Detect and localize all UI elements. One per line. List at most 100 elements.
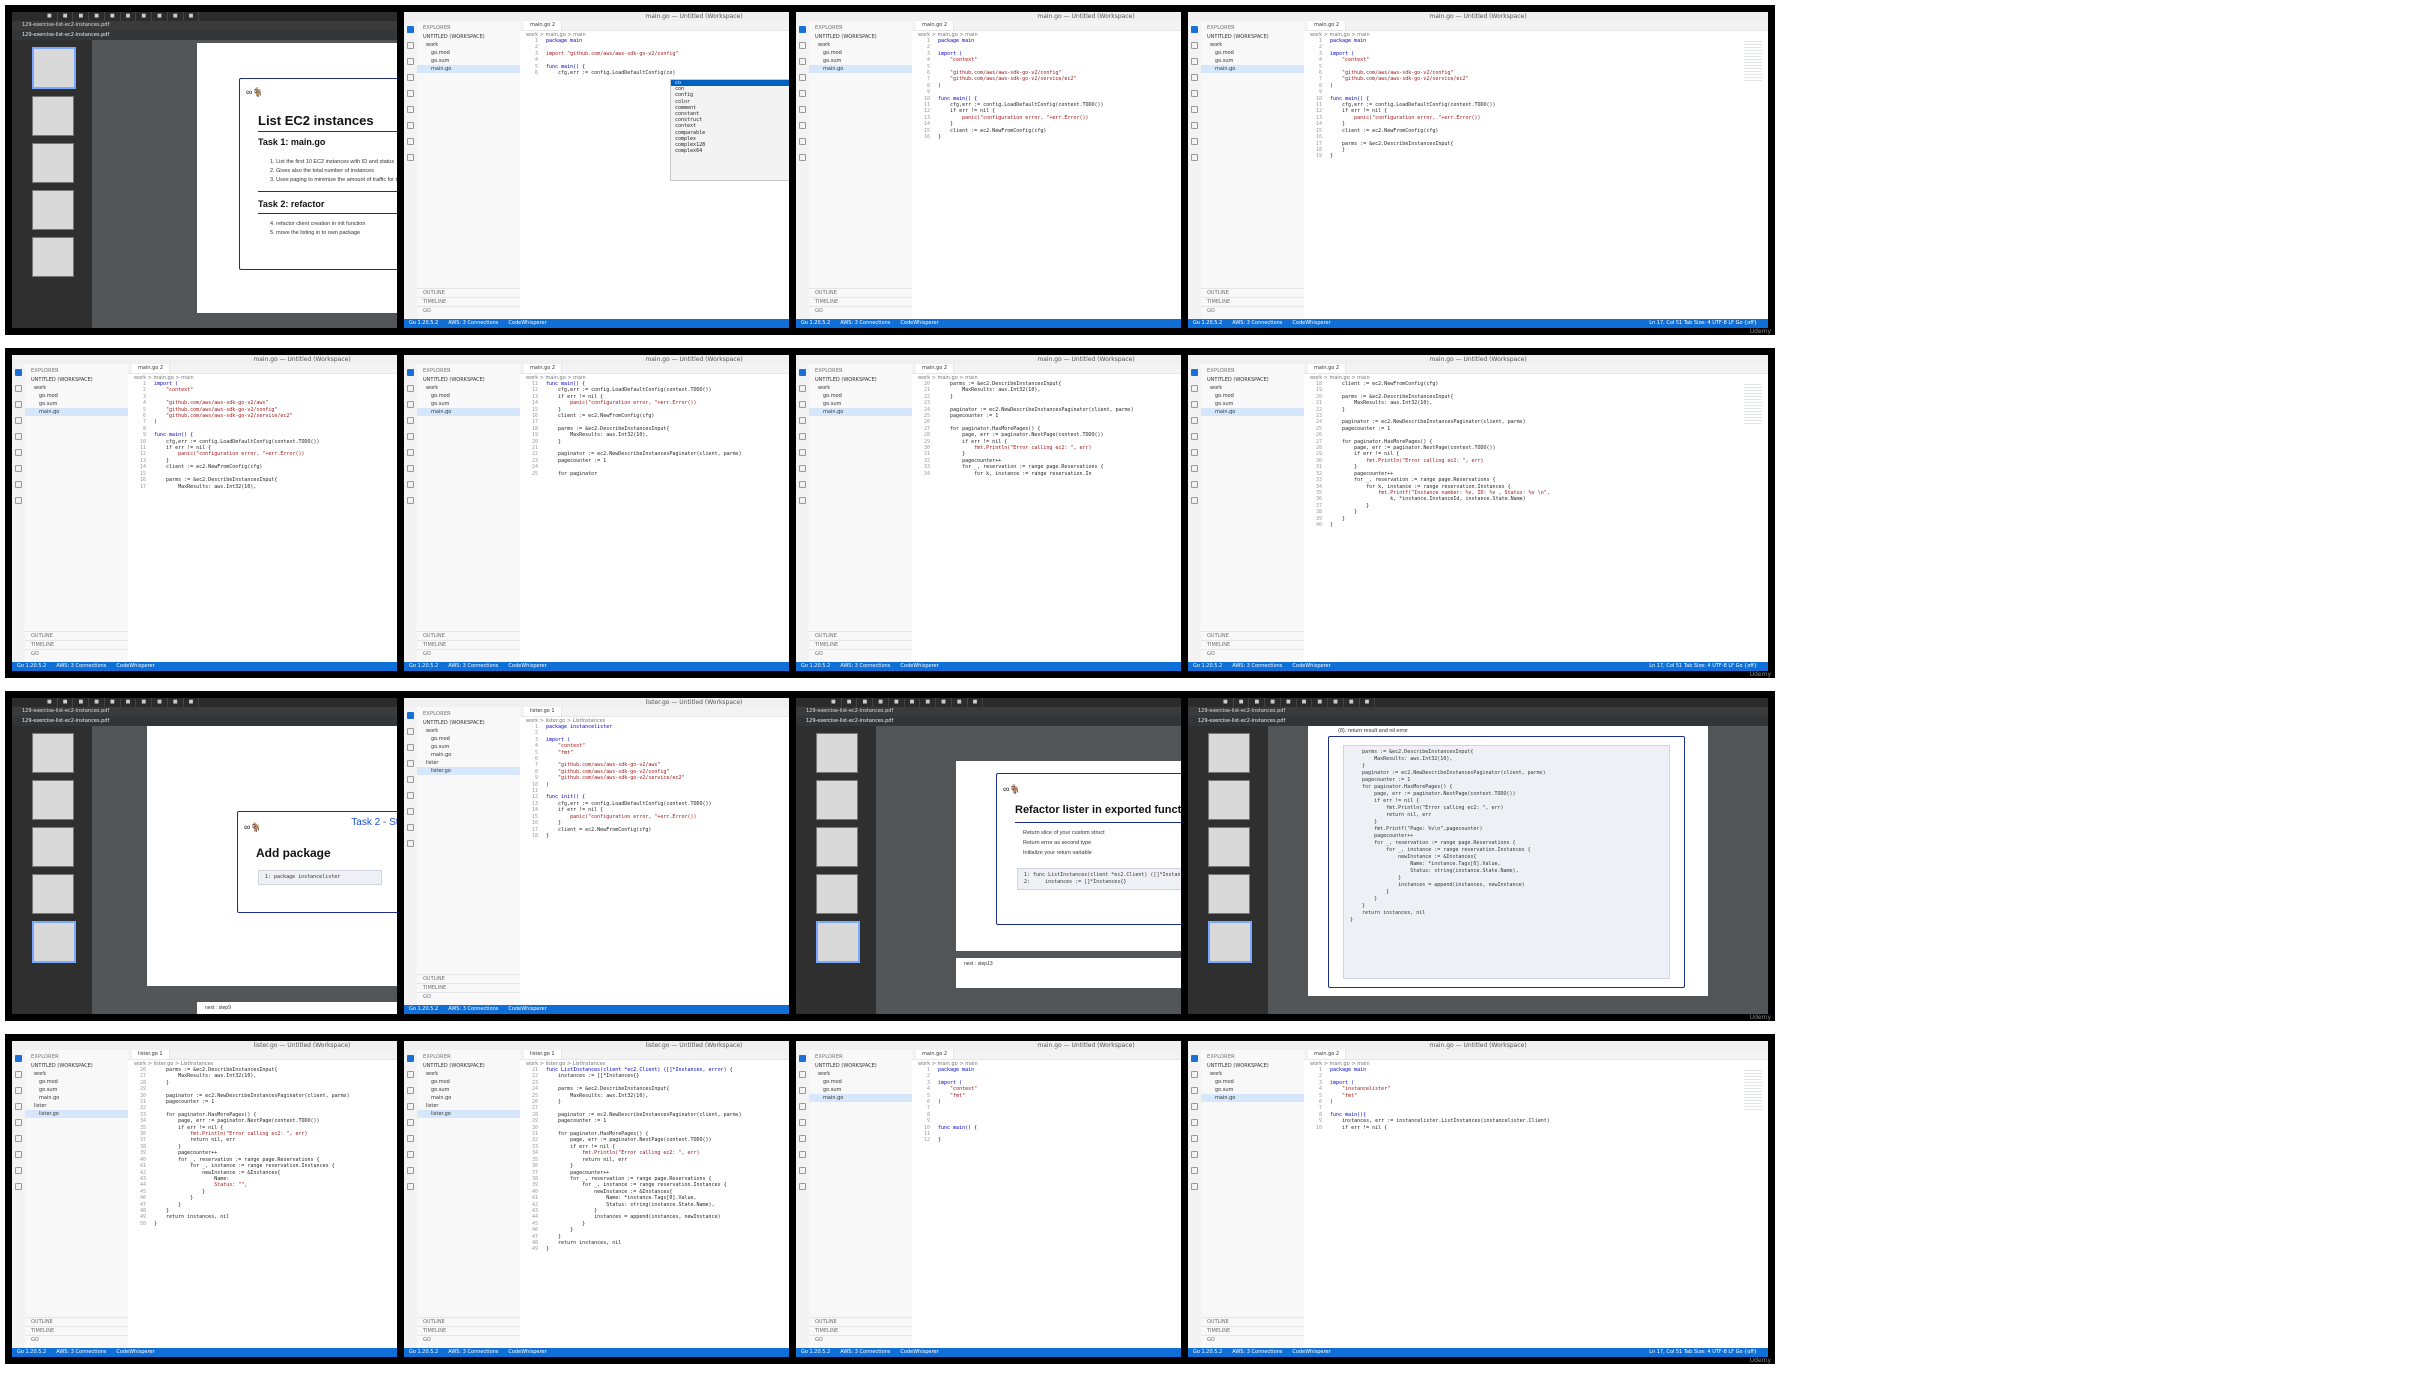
search-icon[interactable]: [407, 42, 414, 49]
page-thumbnail[interactable]: [32, 780, 74, 820]
go-section[interactable]: GO: [1201, 1335, 1304, 1344]
remote-icon[interactable]: [15, 1167, 22, 1174]
timeline-section[interactable]: TIMELINE: [1201, 1326, 1304, 1335]
browser-tab[interactable]: ■: [152, 698, 168, 707]
status-go-version[interactable]: Go 1.20.5.2: [801, 663, 830, 669]
go-section[interactable]: GO: [417, 306, 520, 315]
explorer-file-listergo[interactable]: lister.go: [417, 1110, 520, 1118]
pdf-thumbnails[interactable]: [12, 40, 92, 328]
browser-tab[interactable]: ■: [58, 698, 74, 707]
source-control-icon[interactable]: [799, 401, 806, 408]
explorer-file-gomod[interactable]: go.mod: [809, 392, 912, 400]
status-aws[interactable]: AWS: 3 Connections: [448, 1349, 498, 1355]
explorer-file-work[interactable]: work: [809, 41, 912, 49]
search-icon[interactable]: [15, 1071, 22, 1078]
browser-tab[interactable]: ■: [184, 12, 200, 21]
editor-tab[interactable]: main.go 2: [916, 364, 955, 373]
status-codewhisperer[interactable]: CodeWhisperer: [900, 1349, 938, 1355]
explorer-file-work[interactable]: work: [417, 1070, 520, 1078]
explorer-sidebar[interactable]: EXPLORER UNTITLED (WORKSPACE) work go.mod go…: [25, 1050, 129, 1348]
explorer-file-main[interactable]: main.go: [417, 751, 520, 759]
editor-tab[interactable]: lister.go 1: [132, 1050, 170, 1059]
testing-icon[interactable]: [407, 465, 414, 472]
editor-tab[interactable]: main.go 2: [916, 21, 955, 30]
status-go-version[interactable]: Go 1.20.5.2: [17, 663, 46, 669]
page-thumbnail[interactable]: [816, 827, 858, 867]
browser-tab[interactable]: ■: [1265, 698, 1281, 707]
run-debug-icon[interactable]: [1191, 74, 1198, 81]
status-codewhisperer[interactable]: CodeWhisperer: [1292, 663, 1330, 669]
go-section[interactable]: GO: [809, 649, 912, 658]
outline-section[interactable]: OUTLINE: [1201, 1317, 1304, 1326]
testing-icon[interactable]: [1191, 465, 1198, 472]
status-go-version[interactable]: Go 1.20.5.2: [801, 1349, 830, 1355]
explorer-file-main[interactable]: main.go: [25, 1094, 128, 1102]
explorer-file-work[interactable]: work: [809, 1070, 912, 1078]
editor-tab[interactable]: main.go 2: [132, 364, 171, 373]
run-debug-icon[interactable]: [407, 760, 414, 767]
status-bar[interactable]: Go 1.20.5.2 AWS: 3 Connections CodeWhisper…: [1188, 319, 1768, 328]
pdf-toolbar[interactable]: 129-exercise-list-ec2-instances.pdf: [1188, 716, 1768, 726]
account-icon[interactable]: [407, 840, 414, 847]
explorer-icon[interactable]: [15, 369, 22, 376]
source-control-icon[interactable]: [407, 1087, 414, 1094]
source-control-icon[interactable]: [1191, 58, 1198, 65]
run-debug-icon[interactable]: [407, 1103, 414, 1110]
explorer-file-gomod[interactable]: go.mod: [809, 1078, 912, 1086]
minimap[interactable]: [1744, 384, 1762, 424]
testing-icon[interactable]: [799, 1151, 806, 1158]
status-aws[interactable]: AWS: 3 Connections: [448, 663, 498, 669]
page-thumbnail[interactable]: [32, 874, 74, 914]
go-section[interactable]: GO: [809, 306, 912, 315]
page-thumbnail[interactable]: [32, 733, 74, 773]
explorer-icon[interactable]: [799, 1055, 806, 1062]
page-thumbnail[interactable]: [32, 143, 74, 183]
explorer-file-work[interactable]: work: [417, 41, 520, 49]
search-icon[interactable]: [15, 385, 22, 392]
timeline-section[interactable]: TIMELINE: [417, 983, 520, 992]
extensions-icon[interactable]: [799, 433, 806, 440]
extensions-icon[interactable]: [407, 433, 414, 440]
explorer-file-gomod[interactable]: go.mod: [417, 735, 520, 743]
explorer-file-gosum[interactable]: go.sum: [417, 743, 520, 751]
account-icon[interactable]: [1191, 1183, 1198, 1190]
explorer-file-gomod[interactable]: go.mod: [809, 49, 912, 57]
browser-tab[interactable]: ■: [121, 698, 137, 707]
outline-section[interactable]: OUTLINE: [417, 1317, 520, 1326]
timeline-section[interactable]: TIMELINE: [417, 640, 520, 649]
aws-icon[interactable]: [15, 1135, 22, 1142]
timeline-section[interactable]: TIMELINE: [417, 297, 520, 306]
browser-tab[interactable]: ■: [826, 698, 842, 707]
browser-tab[interactable]: ■: [89, 698, 105, 707]
editor-area[interactable]: main.go 2 work > main.go > main 1 package m…: [1304, 21, 1768, 319]
aws-icon[interactable]: [407, 449, 414, 456]
explorer-file-main[interactable]: main.go: [1201, 408, 1304, 416]
workspace-folder[interactable]: UNTITLED (WORKSPACE): [1201, 376, 1304, 384]
go-section[interactable]: GO: [417, 1335, 520, 1344]
status-codewhisperer[interactable]: CodeWhisperer: [1292, 320, 1330, 326]
remote-icon[interactable]: [1191, 1167, 1198, 1174]
explorer-sidebar[interactable]: EXPLORER UNTITLED (WORKSPACE) work go.mod go…: [25, 364, 129, 662]
editor-tabs[interactable]: main.go 2: [1304, 364, 1768, 374]
search-icon[interactable]: [1191, 385, 1198, 392]
activity-bar[interactable]: [1188, 1050, 1202, 1348]
activity-bar[interactable]: [1188, 21, 1202, 319]
browser-tab[interactable]: ■: [89, 12, 105, 21]
status-codewhisperer[interactable]: CodeWhisperer: [508, 320, 546, 326]
aws-icon[interactable]: [1191, 106, 1198, 113]
status-aws[interactable]: AWS: 3 Connections: [448, 1006, 498, 1012]
explorer-file-main[interactable]: main.go: [809, 408, 912, 416]
explorer-file-main[interactable]: main.go: [1201, 1094, 1304, 1102]
status-go-version[interactable]: Go 1.20.5.2: [801, 320, 830, 326]
page-thumbnail[interactable]: [32, 827, 74, 867]
explorer-file-main[interactable]: main.go: [809, 1094, 912, 1102]
testing-icon[interactable]: [1191, 122, 1198, 129]
go-section[interactable]: GO: [25, 649, 128, 658]
remote-icon[interactable]: [799, 481, 806, 488]
page-thumbnail[interactable]: [816, 733, 858, 773]
explorer-file-main[interactable]: main.go: [417, 408, 520, 416]
status-go-version[interactable]: Go 1.20.5.2: [409, 1349, 438, 1355]
pdf-thumbnails[interactable]: [12, 726, 92, 1014]
run-debug-icon[interactable]: [1191, 1103, 1198, 1110]
browser-tab[interactable]: ■: [1281, 698, 1297, 707]
